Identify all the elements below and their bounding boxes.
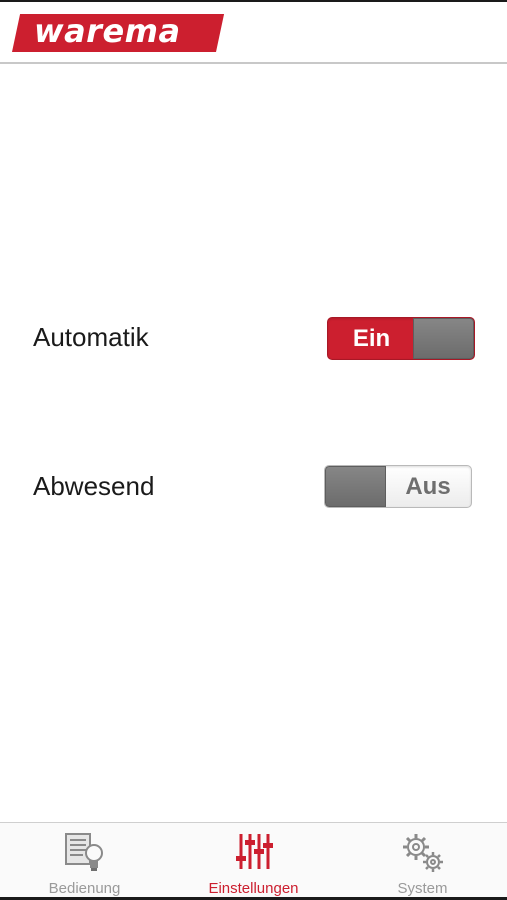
abwesend-label: Abwesend [33,471,155,501]
automatik-toggle-knob[interactable] [413,318,474,359]
app-header: warema [0,0,507,64]
automatik-label: Automatik [33,322,149,352]
tab-bar: Bedienung Einstellungen System [0,822,507,900]
abwesend-state-text: Aus [405,472,451,500]
abwesend-toggle[interactable]: Aus [324,465,472,508]
automatik-toggle[interactable]: Ein [327,317,475,360]
tab-einstellungen[interactable]: Einstellungen [169,823,338,900]
gears-icon [400,831,446,880]
tab-bedienung[interactable]: Bedienung [0,823,169,900]
logo-text: warema [34,12,181,50]
tab-system-label: System [397,880,448,897]
app-screen: warema Automatik Ein Abwesend Aus Bedien… [0,0,507,900]
tab-system[interactable]: System [338,823,507,900]
tab-bedienung-label: Bedienung [48,880,121,897]
manual-control-icon [63,831,107,880]
tab-einstellungen-label: Einstellungen [208,880,299,897]
sliders-icon [234,831,274,880]
abwesend-toggle-knob[interactable] [325,466,386,507]
automatik-state-text: Ein [352,324,391,352]
